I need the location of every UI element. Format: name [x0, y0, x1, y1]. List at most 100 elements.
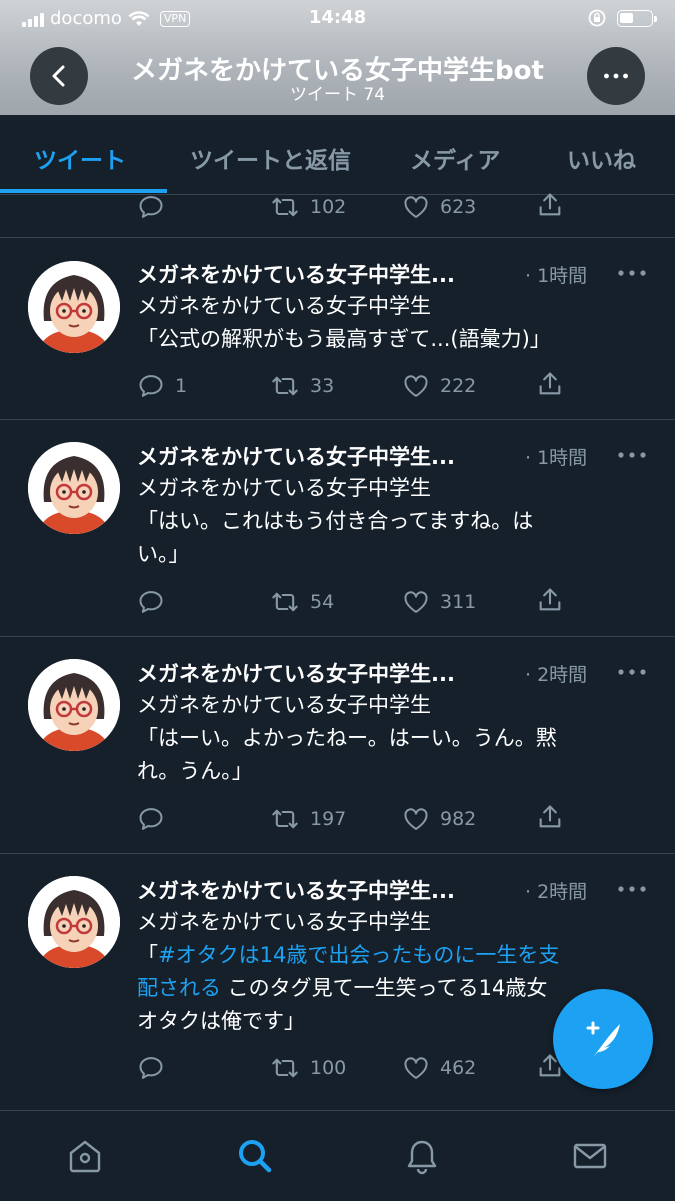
reply-button[interactable]: 1 [137, 372, 187, 400]
tweet-line: 「#オタクは14歳で出会ったものに一生を支 [137, 943, 560, 967]
share-icon [536, 191, 564, 219]
tweet[interactable]: メガネをかけている女子中学生... · 1時間 メガネをかけている女子中学生 「… [0, 419, 675, 637]
avatar[interactable] [28, 876, 120, 968]
tweet-line: 「はーい。よかったねー。はーい。うん。黙 [137, 726, 557, 750]
like-count: 462 [440, 1057, 477, 1079]
tweet-line: 「公式の解釈がもう最高すぎて...(語彙力)」 [137, 327, 551, 351]
retweet-button[interactable]: 102 [270, 193, 346, 221]
tweet-line: メガネをかけている女子中学生 [137, 476, 431, 500]
retweet-icon [270, 588, 300, 616]
share-icon [536, 370, 564, 398]
battery-icon [617, 9, 657, 27]
tweet[interactable]: メガネをかけている女子中学生... · 1時間 メガネをかけている女子中学生 「… [0, 237, 675, 420]
more-button[interactable] [587, 47, 645, 105]
like-count: 311 [440, 591, 477, 613]
tweet-author[interactable]: メガネをかけている女子中学生... [137, 441, 455, 471]
retweet-button[interactable]: 197 [270, 805, 346, 833]
hashtag-link[interactable]: 配される [137, 976, 221, 1000]
tweet-count: ツイート 74 [289, 85, 386, 105]
tweet-more-icon[interactable] [617, 886, 647, 892]
tweet-more-icon[interactable] [617, 270, 647, 276]
profile-header: docomo VPN 14:48 メガネをかけている女子中学生bot ツイート … [0, 0, 675, 115]
tweet-author[interactable]: メガネをかけている女子中学生... [137, 259, 455, 289]
nav-search[interactable] [230, 1131, 280, 1181]
tweet-time: · 2時間 [525, 664, 588, 686]
tweet-line: メガネをかけている女子中学生 [137, 294, 431, 318]
retweet-button[interactable]: 100 [270, 1054, 346, 1082]
tweet-line: 「はい。これはもう付き合ってますね。は [137, 509, 534, 533]
reply-icon [137, 805, 165, 833]
nav-messages[interactable] [565, 1131, 615, 1181]
like-button[interactable]: 982 [402, 805, 476, 833]
tweet-text: メガネをかけている女子中学生 「はーい。よかったねー。はーい。うん。黙 れ。うん… [137, 689, 647, 788]
like-count: 982 [440, 808, 477, 830]
retweet-count: 54 [310, 591, 335, 613]
rotation-lock-icon [588, 9, 606, 27]
tweet-author[interactable]: メガネをかけている女子中学生... [137, 658, 455, 688]
compose-tweet-button[interactable] [553, 989, 653, 1089]
retweet-icon [270, 193, 300, 221]
tweet[interactable]: メガネをかけている女子中学生... · 2時間 メガネをかけている女子中学生 「… [0, 636, 675, 854]
share-button[interactable] [536, 586, 564, 614]
tab-media[interactable]: メディア [410, 141, 500, 175]
status-time: 14:48 [308, 7, 367, 28]
tweet-line: メガネをかけている女子中学生 [137, 693, 431, 717]
tweet-text-rest: このタグ見て一生笑ってる14歳女 [221, 976, 548, 1000]
like-icon [402, 805, 430, 833]
retweet-count: 102 [310, 196, 347, 218]
reply-button[interactable] [137, 588, 165, 616]
reply-icon [137, 588, 165, 616]
reply-icon [137, 1054, 165, 1082]
tweet-line: れ。うん。」 [137, 759, 253, 783]
share-icon [536, 803, 564, 831]
like-button[interactable]: 623 [402, 193, 476, 221]
back-button[interactable] [30, 47, 88, 105]
compose-tweet-icon [586, 1021, 620, 1056]
more-icon [604, 73, 628, 79]
bottom-navigation [0, 1110, 675, 1201]
tweet-text: メガネをかけている女子中学生 「公式の解釈がもう最高すぎて...(語彙力)」 [137, 290, 647, 356]
chevron-left-icon [52, 65, 65, 87]
tweet-author[interactable]: メガネをかけている女子中学生... [137, 875, 455, 905]
reply-count: 1 [175, 375, 188, 397]
tweet-time: · 1時間 [525, 265, 588, 287]
reply-button[interactable] [137, 193, 165, 221]
tweet-time: · 2時間 [525, 881, 588, 903]
like-icon [402, 193, 430, 221]
status-bar: docomo VPN 14:48 [0, 0, 675, 38]
like-button[interactable]: 311 [402, 588, 476, 616]
share-button[interactable] [536, 370, 564, 398]
profile-tabs: ツイート ツイートと返信 メディア いいね [0, 115, 675, 195]
like-button[interactable]: 462 [402, 1054, 476, 1082]
home-icon [69, 1140, 101, 1173]
reply-icon [137, 372, 165, 400]
tab-tweets-and-replies[interactable]: ツイートと返信 [190, 141, 351, 175]
retweet-button[interactable]: 54 [270, 588, 334, 616]
reply-button[interactable] [137, 805, 165, 833]
reply-button[interactable] [137, 1054, 165, 1082]
retweet-icon [270, 805, 300, 833]
tweet-time: · 1時間 [525, 447, 588, 469]
share-button[interactable] [536, 803, 564, 831]
retweet-count: 100 [310, 1057, 347, 1079]
tab-likes[interactable]: いいね [567, 141, 636, 175]
notifications-icon [407, 1140, 437, 1175]
nav-home[interactable] [60, 1131, 110, 1181]
retweet-button[interactable]: 33 [270, 372, 334, 400]
like-button[interactable]: 222 [402, 372, 476, 400]
tweet-line: メガネをかけている女子中学生 [137, 910, 431, 934]
avatar[interactable] [28, 659, 120, 751]
share-button[interactable] [536, 191, 564, 219]
like-icon [402, 588, 430, 616]
tweet-more-icon[interactable] [617, 669, 647, 675]
search-icon [239, 1140, 272, 1173]
hashtag-link[interactable]: #オタクは14歳で出会ったものに一生を支 [158, 943, 559, 967]
messages-icon [573, 1143, 607, 1169]
avatar[interactable] [28, 261, 120, 353]
tab-tweets[interactable]: ツイート [34, 141, 126, 175]
tweet-more-icon[interactable] [617, 452, 647, 458]
like-count: 222 [440, 375, 477, 397]
avatar[interactable] [28, 442, 120, 534]
partial-tweet-actions: 102 623 [0, 185, 675, 225]
nav-notifications[interactable] [397, 1131, 447, 1181]
